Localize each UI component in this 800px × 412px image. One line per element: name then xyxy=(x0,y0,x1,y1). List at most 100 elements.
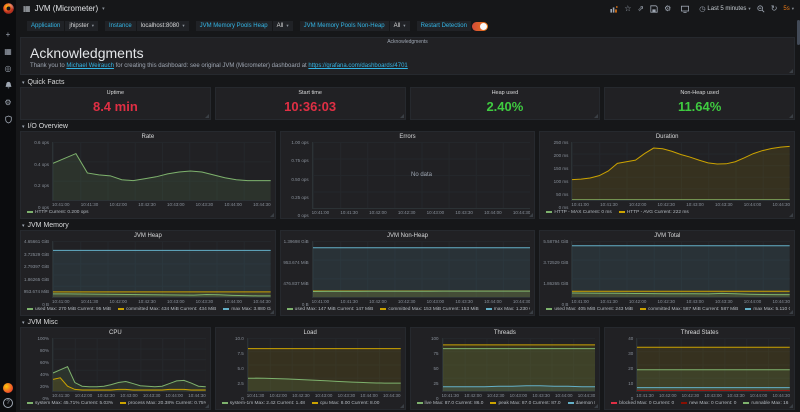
variable-value-dropdown[interactable]: All▾ xyxy=(273,21,293,31)
legend-color-dash xyxy=(380,308,386,310)
panel-title[interactable]: Rate xyxy=(25,133,271,142)
legend-item[interactable]: cpu Max: 8.00 Current: 8.00 xyxy=(312,401,379,406)
add-panel-icon[interactable] xyxy=(610,5,618,13)
row-header-io-overview[interactable]: ▾ I/O Overview xyxy=(20,122,795,131)
help-icon[interactable]: ? xyxy=(3,398,13,408)
legend-item[interactable]: new Max: 0 Current: 0 xyxy=(681,401,736,406)
panel-start-time: Start time 10:36:03 xyxy=(215,87,406,120)
create-plus-icon[interactable]: + xyxy=(3,29,14,40)
variable-label: Application xyxy=(27,21,64,31)
panel-title[interactable]: JVM Heap xyxy=(25,232,271,241)
legend-color-dash xyxy=(222,402,228,404)
plot-area xyxy=(636,338,790,392)
panel-title[interactable]: JVM Non-Heap xyxy=(285,232,531,241)
legend-item[interactable]: daemon Max: 9.0 Current: 8.0 xyxy=(568,401,596,406)
alerting-bell-icon[interactable] xyxy=(3,80,14,91)
y-axis-tick-label: 20 xyxy=(628,366,633,371)
plot-column: 10:41:0010:41:3010:42:0010:42:3010:43:00… xyxy=(312,241,531,305)
legend-item[interactable]: system-1m Max: 2.42 Current: 1.48 xyxy=(222,401,305,406)
y-axis: 10.07.55.02.50 xyxy=(220,338,247,399)
variable-value-text: All xyxy=(277,23,284,29)
server-admin-shield-icon[interactable] xyxy=(3,114,14,125)
legend-item[interactable]: used Max: 405 MiB Current: 243 MiB xyxy=(546,307,633,312)
legend-item[interactable]: peak Max: 87.0 Current: 87.0 xyxy=(490,401,560,406)
restart-detection-toggle[interactable] xyxy=(472,22,488,31)
dashboards-icon[interactable]: ▦ xyxy=(3,46,14,57)
x-axis: 10:41:3010:42:0010:42:3010:43:0010:43:30… xyxy=(247,392,401,399)
refresh-icon[interactable]: ↻ xyxy=(771,4,778,14)
panel-title[interactable]: Errors xyxy=(285,133,531,142)
dashboard-title[interactable]: JVM (Micrometer) xyxy=(35,4,99,13)
chart-svg xyxy=(572,142,790,200)
variables-bar: Application jhipster▾ Instance localhost… xyxy=(16,17,800,35)
y-axis-tick-label: 150 ms xyxy=(554,166,569,171)
title-caret-icon[interactable]: ▾ xyxy=(102,6,105,12)
shield-glyph xyxy=(4,115,13,124)
panel-title[interactable]: CPU xyxy=(25,329,206,338)
refresh-interval-picker[interactable]: 5s ▾ xyxy=(783,6,794,12)
y-axis-tick-label: 4.65661 GiB xyxy=(24,239,49,244)
refresh-interval-label: 5s xyxy=(783,6,789,12)
avatar[interactable] xyxy=(3,383,13,393)
chart-svg xyxy=(637,338,790,391)
star-icon[interactable]: ☆ xyxy=(624,4,631,14)
legend-item[interactable]: HTTP - AVG Current: 222 ms xyxy=(619,210,689,215)
share-icon[interactable]: ⇗ xyxy=(637,4,644,14)
chevron-down-icon: ▾ xyxy=(286,23,288,29)
panel-title[interactable]: Thread States xyxy=(609,329,790,338)
add-panel-glyph xyxy=(610,5,618,13)
variable-value-dropdown[interactable]: jhipster▾ xyxy=(65,21,98,31)
x-axis-tick-label: 10:43:00 xyxy=(427,210,445,216)
row-header-jvm-misc[interactable]: ▾ JVM Misc xyxy=(20,318,795,327)
legend-item[interactable]: committed Max: 434 MiB Current: 434 MiB xyxy=(118,307,216,312)
legend-label: max Max: 5.110 GiB Current: 5.110 GiB xyxy=(753,307,790,312)
legend-item[interactable]: HTTP Current: 0.200 ops xyxy=(27,210,89,215)
variable-value-text: All xyxy=(394,23,401,29)
legend-item[interactable]: system Max: 45.71% Current: 5.03% xyxy=(27,401,113,406)
legend-item[interactable]: runnable Max: 16 Current: 16 xyxy=(743,401,790,406)
panel-title[interactable]: Duration xyxy=(544,133,790,142)
zoom-out-icon[interactable] xyxy=(757,5,765,13)
ack-text-prefix: Thank you to xyxy=(30,63,66,69)
dashboard-url-link[interactable]: https://grafana.com/dashboards/4701 xyxy=(308,63,407,69)
panel-title[interactable]: Acknowledgments xyxy=(21,39,794,45)
save-icon[interactable] xyxy=(650,5,658,13)
variable-value-dropdown[interactable]: All▾ xyxy=(390,21,410,31)
legend: system Max: 45.71% Current: 5.03% process… xyxy=(25,399,206,407)
panel-title[interactable]: Load xyxy=(220,329,401,338)
legend-item[interactable]: used Max: 147 MiB Current: 147 MiB xyxy=(287,307,374,312)
legend-label: runnable Max: 16 Current: 16 xyxy=(751,401,790,406)
time-range-picker[interactable]: ◷ Last 5 minutes ▾ xyxy=(699,5,750,13)
panel-errors: Errors1.00 ops0.75 ops0.50 ops0.25 ops0 … xyxy=(280,131,536,219)
legend-item[interactable]: committed Max: 153 MiB Current: 153 MiB xyxy=(380,307,478,312)
panel-title[interactable]: Threads xyxy=(415,329,596,338)
y-axis-tick-label: 3.72529 GiB xyxy=(24,252,49,257)
legend-item[interactable]: HTTP - MAX Current: 0 ms xyxy=(546,210,611,215)
row-header-jvm-memory[interactable]: ▾ JVM Memory xyxy=(20,221,795,230)
author-link[interactable]: Michael Weirauch xyxy=(66,63,114,69)
legend-item[interactable]: max Max: 5.110 GiB Current: 5.110 GiB xyxy=(745,307,790,312)
y-axis-tick-label: 0.50 ops xyxy=(291,177,308,182)
variable-value-dropdown[interactable]: localhost:8080▾ xyxy=(137,21,189,31)
legend-item[interactable]: process Max: 20.38% Current: 0.75% xyxy=(120,401,206,406)
y-axis-tick-label: 0.75 ops xyxy=(291,158,308,163)
legend-item[interactable]: max Max: 1.230 GiB Current: 1.230 GiB xyxy=(486,307,531,312)
settings-gear-icon[interactable]: ⚙ xyxy=(664,4,671,14)
grafana-logo[interactable] xyxy=(2,2,15,15)
jvm-memory-row: JVM Heap4.65661 GiB3.72529 GiB2.79397 Gi… xyxy=(20,230,795,316)
x-axis: 10:41:0010:41:3010:42:0010:42:3010:43:00… xyxy=(571,298,790,305)
legend-item[interactable]: committed Max: 587 MiB Current: 587 MiB xyxy=(640,307,738,312)
row-header-quick-facts[interactable]: ▾ Quick Facts xyxy=(20,78,795,87)
configuration-gear-icon[interactable]: ⚙ xyxy=(3,97,14,108)
variable-label: JVM Memory Pools Heap xyxy=(196,21,272,31)
panel-title[interactable]: JVM Total xyxy=(544,232,790,241)
legend-item[interactable]: used Max: 270 MiB Current: 95 MiB xyxy=(27,307,111,312)
legend-item[interactable]: blocked Max: 0 Current: 0 xyxy=(611,401,674,406)
legend-item[interactable]: live Max: 87.0 Current: 86.0 xyxy=(417,401,484,406)
panel-uptime: Uptime 8.4 min xyxy=(20,87,211,120)
plot-column: No data10:41:0010:41:3010:42:0010:42:301… xyxy=(312,142,531,216)
legend-item[interactable]: max Max: 3.880 GiB Current: 3.880 GiB xyxy=(223,307,270,312)
y-axis-tick-label: 1.39698 GiB xyxy=(284,239,309,244)
tv-cycle-icon[interactable] xyxy=(681,5,689,13)
explore-icon[interactable]: ◎ xyxy=(3,63,14,74)
